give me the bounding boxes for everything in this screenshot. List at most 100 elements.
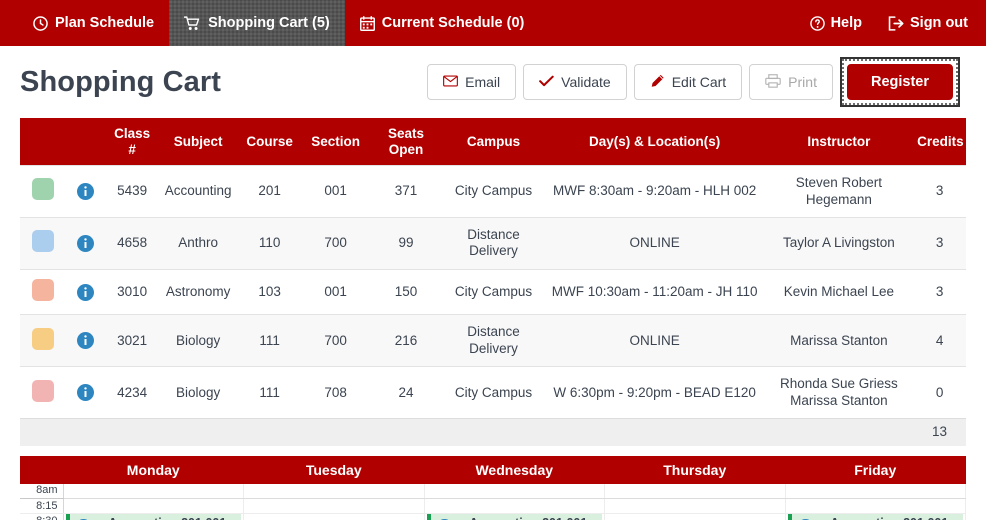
slot-tuesday-8am[interactable]: [243, 483, 425, 500]
tab-shopping-cart[interactable]: Shopping Cart (5): [169, 0, 345, 46]
cell-class-number: 4658: [105, 216, 159, 270]
cell-section: 708: [301, 366, 370, 419]
row-info-cell[interactable]: [66, 314, 106, 367]
slot-tuesday-815[interactable]: [243, 498, 425, 515]
row-info-cell[interactable]: [66, 165, 106, 218]
calendar-event-text: Accounting-201 001 HLH 002: [98, 516, 238, 520]
pencil-icon: [650, 74, 665, 91]
tab-plan-schedule[interactable]: Plan Schedule: [18, 0, 169, 46]
row-color-swatch-cell: [20, 216, 67, 270]
cell-seats-open: 371: [369, 165, 443, 218]
cell-days-locations: ONLINE: [544, 314, 765, 367]
cell-section: 001: [301, 165, 370, 218]
total-spacer: [20, 418, 914, 446]
action-toolbar: Email Validate Edit Cart Print Register: [427, 57, 966, 107]
col-campus: Campus: [442, 118, 545, 166]
row-info-cell[interactable]: [66, 216, 106, 270]
cell-campus: Distance Delivery: [442, 314, 545, 367]
info-icon[interactable]: [77, 332, 95, 350]
nav-utility-links: Help Sign out: [809, 0, 986, 46]
slot-thursday-830[interactable]: [604, 513, 786, 520]
info-icon[interactable]: [77, 183, 95, 200]
tab-current-schedule[interactable]: Current Schedule (0): [345, 0, 540, 46]
cell-instructor: Kevin Michael Lee: [764, 268, 914, 315]
calendar-event[interactable]: Accounting-201 001 HLH 002: [65, 514, 241, 520]
cell-credits: 3: [913, 268, 966, 315]
cell-instructor: Marissa Stanton: [764, 314, 914, 367]
slot-tuesday-830[interactable]: [243, 513, 425, 520]
col-info: [66, 118, 106, 166]
table-row[interactable]: 3021 Biology 111 700 216 Distance Delive…: [20, 314, 966, 367]
calendar-header-row: Monday Tuesday Wednesday Thursday Friday: [20, 455, 966, 484]
page-header: Shopping Cart Email Validate Edit Cart P…: [0, 46, 986, 118]
cell-instructor: Steven Robert Hegemann: [764, 165, 914, 218]
slot-wednesday-815[interactable]: [424, 498, 605, 515]
course-color-swatch: [32, 327, 55, 350]
calendar-event[interactable]: Accounting-201 001 HLH 002: [787, 514, 963, 520]
col-days-locations: Day(s) & Location(s): [544, 118, 765, 166]
email-button[interactable]: Email: [427, 64, 517, 100]
col-seats-open: Seats Open: [369, 118, 443, 166]
calendar-body: 8am 8:15 8:30: [20, 483, 966, 520]
col-class-number: Class #: [105, 118, 159, 166]
cell-course: 110: [237, 216, 302, 270]
cell-campus: City Campus: [442, 366, 545, 419]
slot-wednesday-830[interactable]: Accounting-201 001 HLH 002: [424, 513, 605, 520]
calendar-header: Monday Tuesday Wednesday Thursday Friday: [20, 455, 966, 484]
row-info-cell[interactable]: [66, 268, 106, 315]
row-color-swatch-cell: [20, 366, 67, 419]
validate-button-label: Validate: [561, 74, 611, 90]
table-row[interactable]: 3010 Astronomy 103 001 150 City Campus M…: [20, 268, 966, 315]
info-icon[interactable]: [77, 283, 95, 301]
calendar-event-text: Accounting-201 001 HLH 002: [820, 516, 960, 520]
cell-credits: 0: [913, 366, 966, 419]
info-icon[interactable]: [77, 384, 95, 402]
course-color-swatch: [32, 379, 55, 402]
tab-shopping-cart-label: Shopping Cart (5): [208, 15, 330, 31]
course-color-swatch: [32, 278, 55, 301]
slot-thursday-8am[interactable]: [604, 483, 786, 500]
cell-seats-open: 150: [369, 268, 443, 315]
slot-friday-8am[interactable]: [785, 483, 966, 500]
calendar-event-title: Accounting-201 001: [830, 516, 948, 520]
cart-table-header: Class # Subject Course Section Seats Ope…: [20, 118, 966, 166]
table-row[interactable]: 5439 Accounting 201 001 371 City Campus …: [20, 165, 966, 218]
course-color-swatch: [32, 230, 55, 253]
calendar-event-text: Accounting-201 001 HLH 002: [459, 516, 599, 520]
slot-monday-8am[interactable]: [63, 483, 244, 500]
row-info-cell[interactable]: [66, 366, 106, 419]
cell-subject: Astronomy: [158, 268, 238, 315]
slot-friday-830[interactable]: Accounting-201 001 HLH 002: [785, 513, 966, 520]
calendar-event[interactable]: Accounting-201 001 HLH 002: [426, 514, 602, 520]
cell-instructor: Taylor A Livingston: [764, 216, 914, 270]
cell-class-number: 3021: [105, 314, 159, 367]
col-credits: Credits: [913, 118, 966, 166]
col-course: Course: [237, 118, 302, 166]
slot-monday-830[interactable]: Accounting-201 001 HLH 002: [63, 513, 244, 520]
time-label-8am: 8am: [20, 483, 64, 500]
register-button[interactable]: Register: [846, 64, 953, 100]
cell-course: 103: [237, 268, 302, 315]
slot-monday-815[interactable]: [63, 498, 244, 515]
table-row[interactable]: 4234 Biology 111 708 24 City Campus W 6:…: [20, 366, 966, 419]
print-button-label: Print: [788, 74, 817, 90]
print-button[interactable]: Print: [749, 64, 833, 100]
calendar-day-friday: Friday: [785, 455, 966, 484]
calendar-event-title: Accounting-201 001: [469, 516, 587, 520]
slot-thursday-815[interactable]: [604, 498, 786, 515]
top-navigation-bar: Plan Schedule Shopping Cart (5) Current …: [0, 0, 986, 46]
calendar-day-thursday: Thursday: [604, 455, 785, 484]
edit-cart-button[interactable]: Edit Cart: [633, 64, 743, 100]
cell-subject: Biology: [158, 314, 238, 367]
slot-friday-815[interactable]: [785, 498, 966, 515]
slot-wednesday-8am[interactable]: [424, 483, 605, 500]
cell-course: 201: [237, 165, 302, 218]
sign-out-link[interactable]: Sign out: [888, 15, 968, 31]
cell-class-number: 4234: [105, 366, 159, 419]
info-icon[interactable]: [77, 234, 95, 252]
total-credits: 13: [913, 418, 966, 446]
col-section: Section: [301, 118, 370, 166]
validate-button[interactable]: Validate: [523, 64, 627, 100]
table-row[interactable]: 4658 Anthro 110 700 99 Distance Delivery…: [20, 216, 966, 270]
help-link[interactable]: Help: [809, 15, 862, 31]
